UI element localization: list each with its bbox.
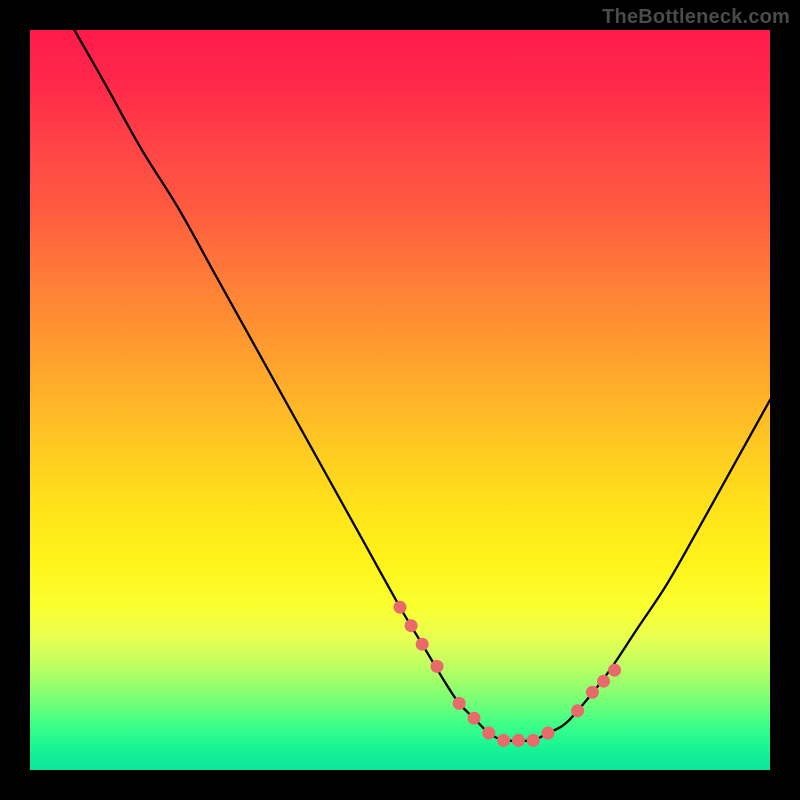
plot-area	[30, 30, 770, 770]
highlight-dot	[482, 727, 495, 740]
bottleneck-curve-path	[74, 30, 770, 741]
highlight-dot	[497, 734, 510, 747]
highlight-dot	[468, 712, 481, 725]
highlight-dot	[431, 660, 444, 673]
highlight-dot	[405, 619, 418, 632]
attribution-label: TheBottleneck.com	[602, 6, 790, 29]
highlight-dot	[571, 704, 584, 717]
highlight-dot	[542, 727, 555, 740]
chart-stage: TheBottleneck.com	[0, 0, 800, 800]
highlight-dot	[608, 664, 621, 677]
highlight-dot	[597, 675, 610, 688]
highlight-dot	[453, 697, 466, 710]
highlight-dot	[394, 601, 407, 614]
highlight-dot	[512, 734, 525, 747]
bottleneck-curve-svg	[30, 30, 770, 770]
highlight-dot	[586, 686, 599, 699]
highlight-dot	[527, 734, 540, 747]
highlight-dots-group	[394, 601, 622, 747]
highlight-dot	[416, 638, 429, 651]
